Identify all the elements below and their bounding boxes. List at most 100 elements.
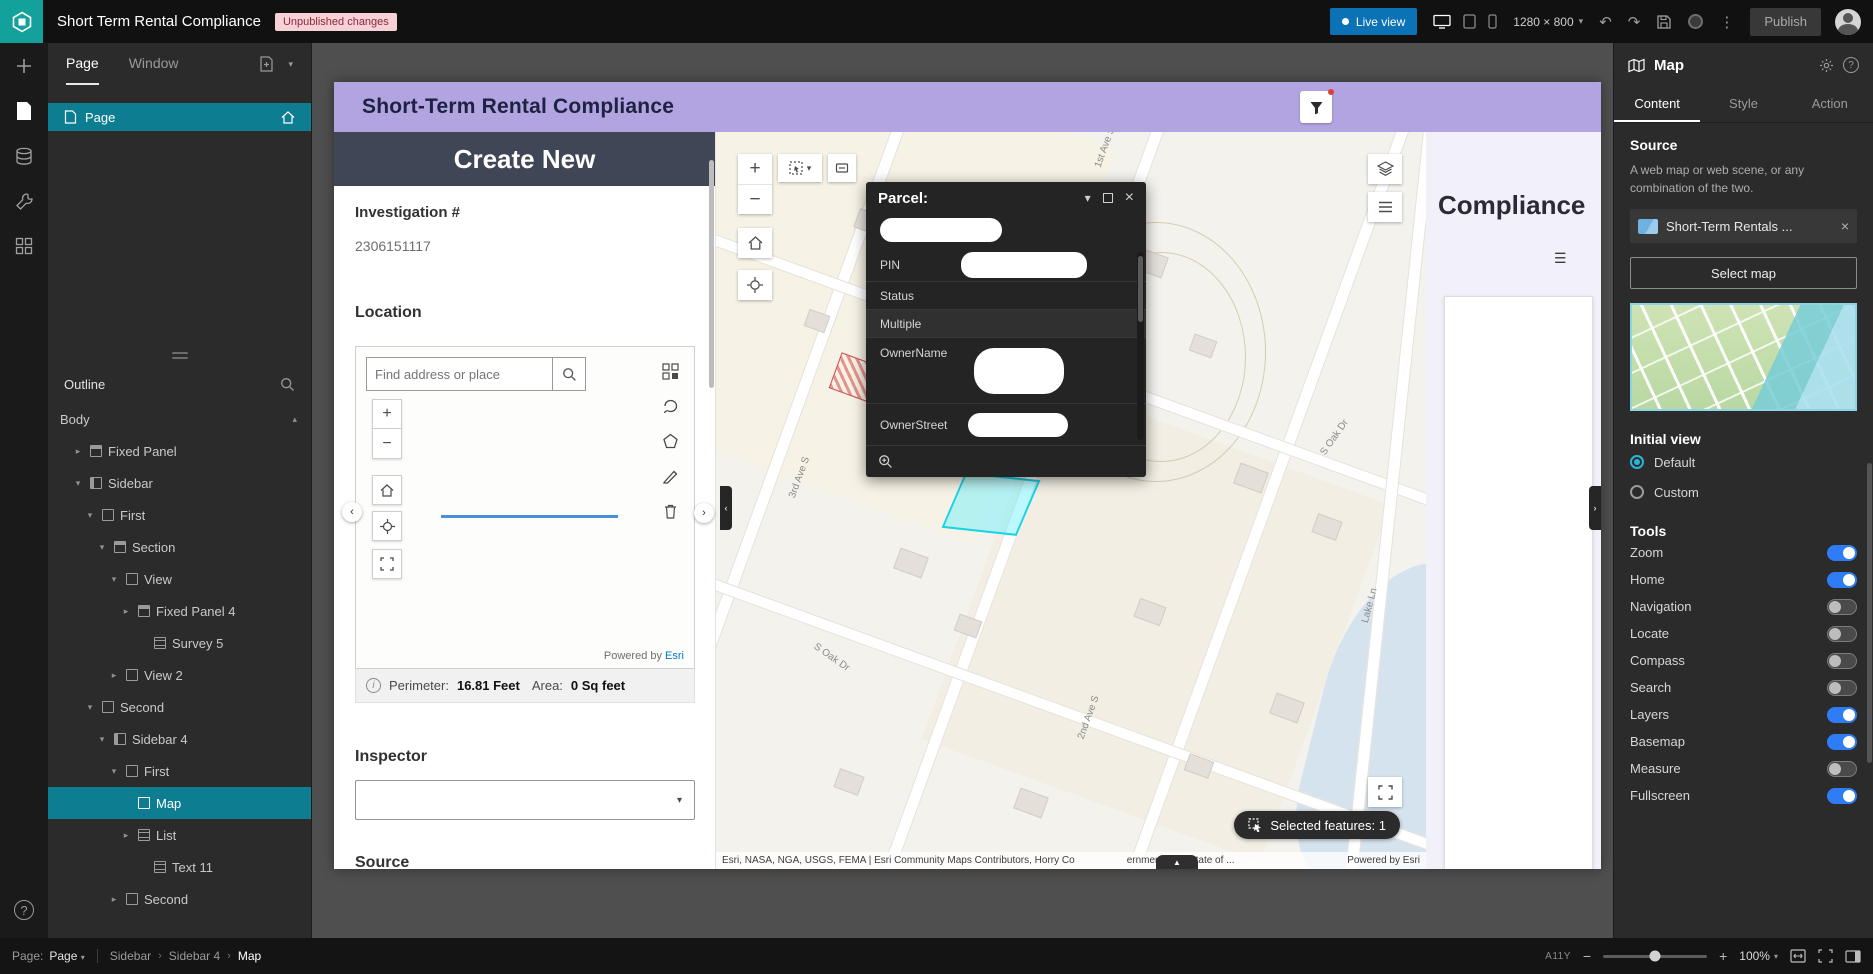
chevron-icon[interactable]: ▸ <box>120 830 132 841</box>
selected-map-item[interactable]: Short-Term Rentals ... × <box>1630 209 1857 243</box>
tree-item-map[interactable]: Map <box>48 787 311 819</box>
status-icon[interactable] <box>1688 14 1704 29</box>
tree-item-section[interactable]: ▾ Section <box>48 531 311 563</box>
legend-button[interactable] <box>1368 192 1402 222</box>
breadcrumb-sidebar-4[interactable]: Sidebar 4 <box>169 949 220 963</box>
zoom-in-canvas-icon[interactable]: + <box>1719 948 1727 964</box>
tab-action[interactable]: Action <box>1787 87 1873 122</box>
breadcrumb-map[interactable]: Map <box>238 949 261 963</box>
desktop-device-icon[interactable] <box>1433 14 1451 29</box>
form-scrollbar[interactable] <box>709 160 714 388</box>
chevron-icon[interactable]: ▾ <box>84 702 96 713</box>
fit-page-icon[interactable] <box>1818 949 1833 963</box>
zoom-toggle[interactable] <box>1827 544 1857 561</box>
zoom-slider-thumb[interactable] <box>1649 950 1661 962</box>
phone-device-icon[interactable] <box>1488 14 1497 29</box>
select-map-button[interactable]: Select map <box>1630 257 1857 289</box>
tablet-device-icon[interactable] <box>1463 14 1476 29</box>
inspector-select[interactable]: ▾ <box>355 780 695 820</box>
tree-item-sidebar[interactable]: ▾ Sidebar <box>48 467 311 499</box>
radio-icon[interactable] <box>1630 455 1644 469</box>
sketch-locate-button[interactable] <box>372 511 402 541</box>
redo-icon[interactable]: ↷ <box>1628 13 1641 31</box>
collapse-left-sidebar-button[interactable]: ‹ <box>342 502 362 522</box>
popup-scrollbar[interactable] <box>1137 252 1144 440</box>
draw-line-icon[interactable] <box>656 462 684 490</box>
widgets-panel-icon[interactable] <box>15 237 33 255</box>
navigation-toggle[interactable] <box>1827 598 1857 615</box>
basemap-toggle[interactable] <box>1827 733 1857 750</box>
location-sketch-map[interactable]: + − <box>355 346 695 669</box>
help-icon[interactable]: ? <box>1843 57 1859 73</box>
select-tool-button[interactable]: ▾ <box>778 154 822 182</box>
undo-icon[interactable]: ↶ <box>1599 13 1612 31</box>
zoom-to-feature-icon[interactable] <box>878 454 893 469</box>
map-preview-thumbnail[interactable] <box>1630 303 1857 411</box>
add-widget-icon[interactable] <box>15 57 33 75</box>
canvas-zoom-slider[interactable] <box>1603 950 1708 962</box>
menu-icon[interactable]: ☰ <box>1554 250 1567 267</box>
filter-button[interactable] <box>1300 89 1334 123</box>
sketch-extent-button[interactable] <box>372 549 402 579</box>
panel-resize-handle[interactable] <box>48 352 311 359</box>
map-widget[interactable]: 1st Ave S 3rd Ave S 2nd Ave S S Oak Dr S… <box>716 132 1426 869</box>
zoom-out-canvas-icon[interactable]: − <box>1583 948 1591 964</box>
select-options-button[interactable] <box>828 154 856 182</box>
tree-item-fixed-panel[interactable]: ▸ Fixed Panel <box>48 435 311 467</box>
publish-button[interactable]: Publish <box>1750 7 1821 36</box>
chevron-icon[interactable]: ▾ <box>96 542 108 553</box>
sketched-line[interactable] <box>441 515 618 518</box>
popup-field-list[interactable]: PIN Status Multiple OwnerName OwnerStree… <box>866 248 1146 445</box>
tab-window[interactable]: Window <box>129 43 179 85</box>
resolution-select[interactable]: 1280 × 800 ▾ <box>1513 15 1583 29</box>
tools-panel-icon[interactable] <box>15 192 34 211</box>
help-icon[interactable]: ? <box>14 900 34 920</box>
save-icon[interactable] <box>1656 14 1672 30</box>
tree-item-first-2[interactable]: ▾ First <box>48 755 311 787</box>
draw-polygon-icon[interactable] <box>656 427 684 455</box>
measure-toggle[interactable] <box>1827 760 1857 777</box>
chevron-icon[interactable]: ▾ <box>108 766 120 777</box>
page-panel-icon[interactable] <box>15 101 33 121</box>
tree-item-view[interactable]: ▾ View <box>48 563 311 595</box>
add-page-icon[interactable] <box>259 56 274 72</box>
layers-toggle[interactable] <box>1827 706 1857 723</box>
chevron-icon[interactable]: ▸ <box>108 670 120 681</box>
select-by-rectangle-icon[interactable] <box>656 357 684 385</box>
tree-item-first[interactable]: ▾ First <box>48 499 311 531</box>
fullscreen-button[interactable] <box>1368 777 1402 807</box>
select-by-lasso-icon[interactable] <box>656 392 684 420</box>
delete-sketch-icon[interactable] <box>656 497 684 525</box>
popup-collapse-icon[interactable]: ▾ <box>1085 191 1091 205</box>
chevron-up-icon[interactable]: ▴ <box>292 414 297 425</box>
chevron-icon[interactable]: ▸ <box>108 894 120 905</box>
design-canvas[interactable]: Short-Term Rental Compliance Create New … <box>312 43 1613 938</box>
tree-item-text-11[interactable]: Text 11 <box>48 851 311 883</box>
initial-view-default-option[interactable]: Default <box>1630 447 1857 477</box>
tree-item-sidebar-4[interactable]: ▾ Sidebar 4 <box>48 723 311 755</box>
scroll-up-tab[interactable]: ▲ <box>1156 855 1198 869</box>
compass-toggle[interactable] <box>1827 652 1857 669</box>
map-locate-button[interactable] <box>738 270 772 300</box>
expand-left-sidebar-button[interactable]: › <box>694 503 714 523</box>
sketch-zoom-in-button[interactable]: + <box>372 399 402 429</box>
live-view-button[interactable]: Live view <box>1329 8 1418 35</box>
initial-view-custom-option[interactable]: Custom <box>1630 477 1857 507</box>
collapse-pages-icon[interactable]: ▾ <box>288 59 293 70</box>
popup-maximize-icon[interactable] <box>1102 193 1113 203</box>
zoom-level-select[interactable]: 100% ▾ <box>1739 949 1778 963</box>
home-toggle[interactable] <box>1827 571 1857 588</box>
sketch-zoom-out-button[interactable]: − <box>372 429 402 459</box>
chevron-icon[interactable]: ▾ <box>108 574 120 585</box>
map-home-button[interactable] <box>738 228 772 258</box>
esri-link[interactable]: Esri <box>665 650 684 662</box>
chevron-icon[interactable]: ▾ <box>72 478 84 489</box>
address-search-input[interactable] <box>366 357 552 391</box>
outline-search-icon[interactable] <box>280 377 295 392</box>
zoom-out-button[interactable]: − <box>738 184 772 214</box>
sketch-home-button[interactable] <box>372 475 402 505</box>
map-sidebar-flap[interactable]: ‹ <box>720 486 732 530</box>
remove-map-icon[interactable]: × <box>1841 218 1849 234</box>
tree-item-survey-5[interactable]: Survey 5 <box>48 627 311 659</box>
breadcrumb-sidebar[interactable]: Sidebar <box>110 949 151 963</box>
